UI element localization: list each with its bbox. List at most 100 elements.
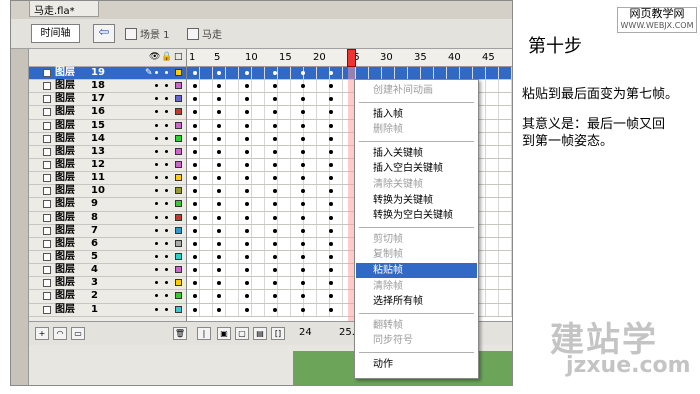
lock-dot[interactable] [165, 294, 168, 298]
outline-color-swatch[interactable] [175, 121, 182, 129]
keyframe[interactable] [193, 110, 197, 115]
keyframe[interactable] [217, 176, 221, 181]
keyframe[interactable] [245, 254, 249, 259]
keyframe[interactable] [193, 254, 197, 259]
keyframe[interactable] [217, 189, 221, 194]
keyframe[interactable] [273, 294, 277, 299]
keyframe[interactable] [329, 228, 333, 233]
visibility-dot[interactable] [155, 215, 158, 219]
keyframe[interactable] [273, 110, 277, 115]
layer-row[interactable]: 图层 9 [29, 198, 186, 212]
keyframe[interactable] [217, 123, 221, 128]
outline-icon[interactable]: □ [174, 52, 183, 62]
keyframe[interactable] [245, 281, 249, 286]
layer-row[interactable]: 图层 14 [29, 133, 186, 146]
lock-dot[interactable] [165, 268, 168, 272]
menu-item[interactable]: 粘贴帧 [356, 263, 477, 278]
outline-color-swatch[interactable] [175, 213, 182, 221]
lock-dot[interactable] [165, 162, 168, 166]
outline-color-swatch[interactable] [175, 252, 182, 260]
keyframe[interactable] [273, 307, 277, 312]
keyframe[interactable] [273, 123, 277, 128]
keyframe[interactable] [193, 268, 197, 273]
visibility-dot[interactable] [155, 254, 158, 258]
keyframe[interactable] [301, 228, 305, 233]
keyframe[interactable] [301, 268, 305, 273]
playhead-handle[interactable] [347, 49, 356, 67]
keyframe[interactable] [301, 215, 305, 220]
keyframe[interactable] [245, 71, 249, 75]
layer-row[interactable]: 图层 16 [29, 106, 186, 120]
layer-row[interactable]: 图层 18 [29, 80, 186, 94]
visibility-dot[interactable] [155, 189, 158, 193]
menu-item[interactable]: 插入关键帧 [356, 146, 477, 161]
keyframe[interactable] [301, 241, 305, 246]
menu-item[interactable]: 插入帧 [356, 107, 477, 122]
keyframe[interactable] [329, 254, 333, 259]
keyframe[interactable] [217, 71, 221, 75]
keyframe[interactable] [245, 202, 249, 207]
keyframe[interactable] [193, 202, 197, 207]
keyframe[interactable] [273, 189, 277, 194]
keyframe[interactable] [217, 268, 221, 273]
lock-dot[interactable] [165, 110, 168, 114]
layer-row[interactable]: 图层 15 [29, 120, 186, 133]
outline-color-swatch[interactable] [175, 82, 182, 90]
keyframe[interactable] [193, 294, 197, 299]
keyframe[interactable] [273, 241, 277, 246]
lock-dot[interactable] [165, 189, 168, 193]
keyframe[interactable] [193, 215, 197, 220]
keyframe[interactable] [329, 176, 333, 181]
keyframe[interactable] [273, 176, 277, 181]
keyframe[interactable] [193, 307, 197, 312]
keyframe[interactable] [245, 149, 249, 154]
visibility-dot[interactable] [155, 123, 158, 127]
outline-color-swatch[interactable] [175, 279, 182, 287]
keyframe[interactable] [329, 294, 333, 299]
lock-dot[interactable] [165, 215, 168, 219]
outline-color-swatch[interactable] [175, 226, 182, 234]
center-frame-icon[interactable]: | [197, 327, 211, 340]
keyframe[interactable] [193, 162, 197, 167]
keyframe[interactable] [245, 176, 249, 181]
outline-color-swatch[interactable] [175, 305, 182, 313]
lock-dot[interactable] [165, 228, 168, 232]
menu-item[interactable]: 动作 [356, 357, 477, 372]
outline-color-swatch[interactable] [175, 147, 182, 155]
keyframe[interactable] [301, 176, 305, 181]
layer-row[interactable]: 图层 2 [29, 290, 186, 304]
back-arrow-icon[interactable]: ⇦ [93, 24, 115, 43]
lock-dot[interactable] [165, 202, 168, 206]
keyframe[interactable] [245, 110, 249, 115]
keyframe[interactable] [301, 71, 305, 75]
visibility-dot[interactable] [155, 136, 158, 140]
keyframe[interactable] [301, 202, 305, 207]
keyframe[interactable] [273, 162, 277, 167]
keyframe[interactable] [245, 162, 249, 167]
lock-dot[interactable] [165, 136, 168, 140]
outline-color-swatch[interactable] [175, 292, 182, 300]
keyframe[interactable] [217, 228, 221, 233]
outline-color-swatch[interactable] [175, 160, 182, 168]
keyframe[interactable] [301, 254, 305, 259]
visibility-dot[interactable] [155, 97, 158, 101]
layer-row[interactable]: 图层 5 [29, 251, 186, 265]
keyframe[interactable] [273, 202, 277, 207]
keyframe[interactable] [245, 84, 249, 89]
visibility-dot[interactable] [155, 149, 158, 153]
keyframe[interactable] [301, 123, 305, 128]
keyframe[interactable] [193, 149, 197, 154]
visibility-dot[interactable] [155, 84, 158, 88]
keyframe[interactable] [245, 123, 249, 128]
visibility-dot[interactable] [155, 110, 158, 114]
onion-markers-icon[interactable]: [] [271, 327, 285, 340]
keyframe[interactable] [193, 84, 197, 89]
layer-row[interactable]: 图层 13 [29, 146, 186, 159]
lock-dot[interactable] [165, 123, 168, 127]
keyframe[interactable] [329, 241, 333, 246]
keyframe[interactable] [329, 71, 333, 75]
keyframe[interactable] [329, 136, 333, 141]
lock-dot[interactable] [165, 254, 168, 258]
outline-color-swatch[interactable] [175, 134, 182, 142]
outline-color-swatch[interactable] [175, 187, 182, 195]
